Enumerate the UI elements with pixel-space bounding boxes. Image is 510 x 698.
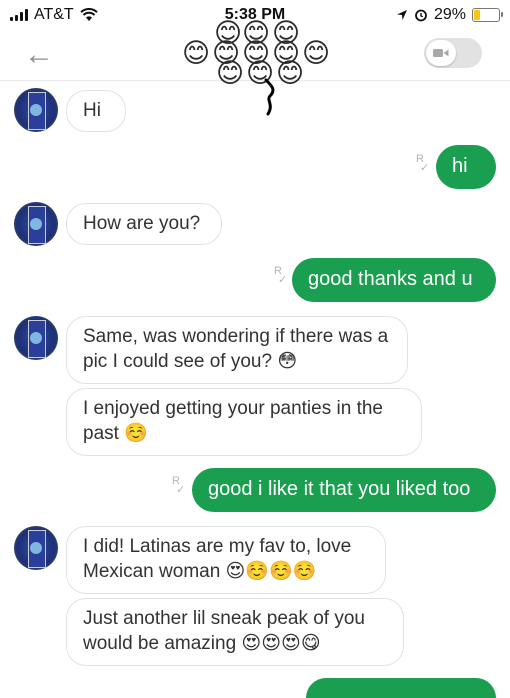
message-list[interactable]: Hi R ✓ hi How are you? R ✓ good thanks and… (0, 80, 510, 698)
incoming-message[interactable]: Just another lil sneak peak of you would… (66, 598, 404, 666)
outgoing-message[interactable]: good i like it that you liked too (192, 468, 496, 512)
incoming-message[interactable]: Same, was wondering if there was a pic I… (66, 316, 408, 384)
avatar[interactable] (14, 316, 58, 360)
video-call-knob (426, 40, 456, 66)
outgoing-message[interactable]: good thanks and u (292, 258, 496, 302)
battery-fill (474, 10, 481, 20)
chat-header: ← 😊 😊 😊 😊 😊 😊 😊 😊 😊 😊 😊 (0, 20, 510, 116)
battery-icon (472, 8, 503, 22)
avatar[interactable] (14, 526, 58, 570)
read-receipt-icon: R ✓ (416, 153, 430, 174)
outgoing-message[interactable]: hi (436, 145, 496, 189)
battery-percent: 29% (433, 6, 466, 23)
incoming-message[interactable]: I enjoyed getting your panties in the pa… (66, 388, 422, 456)
avatar[interactable] (14, 88, 58, 132)
location-arrow-icon (396, 10, 407, 20)
avatar[interactable] (14, 202, 58, 246)
smiley-emoji: 😊 (182, 38, 211, 68)
read-receipt-icon: R ✓ (172, 475, 186, 496)
incoming-message[interactable]: How are you? (66, 203, 222, 245)
back-arrow-icon[interactable]: ← (24, 38, 54, 72)
video-call-toggle[interactable] (424, 38, 482, 68)
alarm-icon (415, 9, 427, 22)
incoming-message[interactable]: Hi (66, 90, 126, 132)
smiley-emoji: 😊 (302, 38, 331, 68)
outgoing-message-partial (306, 678, 496, 698)
video-camera-icon (433, 49, 449, 57)
status-right: 29% (396, 6, 503, 24)
read-receipt-icon: R ✓ (274, 265, 288, 286)
incoming-message[interactable]: I did! Latinas are my fav to, love Mexic… (66, 526, 386, 594)
